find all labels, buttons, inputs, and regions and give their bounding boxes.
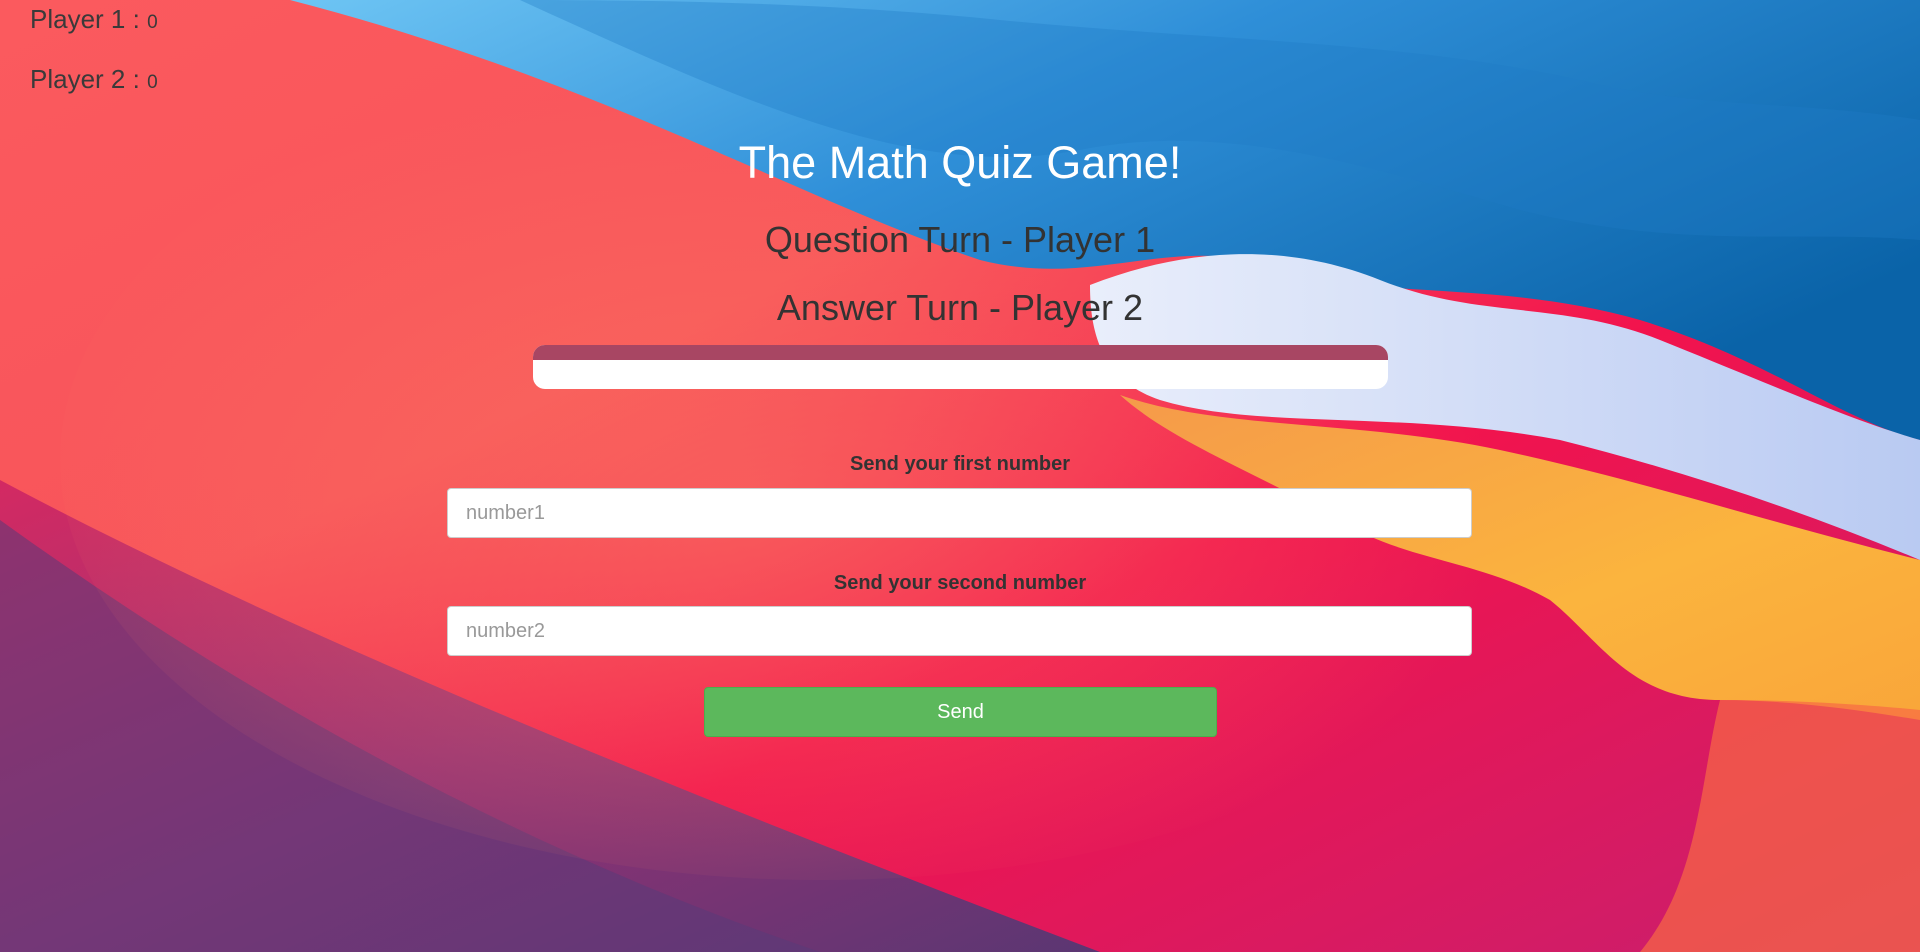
timer-progress-bar <box>533 345 1388 389</box>
answer-turn-text: Answer Turn - Player 2 <box>776 287 1144 328</box>
question-turn-text: Question Turn - Player 1 <box>764 219 1156 260</box>
player1-score-value: 0 <box>147 12 158 33</box>
second-number-label: Send your second number <box>833 572 1087 594</box>
player2-score-value: 0 <box>147 72 158 93</box>
player2-score-label: Player 2 : <box>30 64 148 94</box>
first-number-label: Send your first number <box>849 453 1071 475</box>
game-container: Player 1 : 0 Player 2 : 0 The Math Quiz … <box>0 0 1920 952</box>
first-number-input[interactable] <box>447 488 1472 538</box>
second-number-input[interactable] <box>447 606 1472 656</box>
timer-progress-fill <box>533 345 1388 360</box>
page-title: The Math Quiz Game! <box>738 137 1182 188</box>
player2-score: Player 2 : 0 <box>30 64 158 95</box>
send-button[interactable]: Send <box>704 687 1217 737</box>
player1-score-label: Player 1 : <box>30 4 148 34</box>
player1-score: Player 1 : 0 <box>30 4 158 35</box>
